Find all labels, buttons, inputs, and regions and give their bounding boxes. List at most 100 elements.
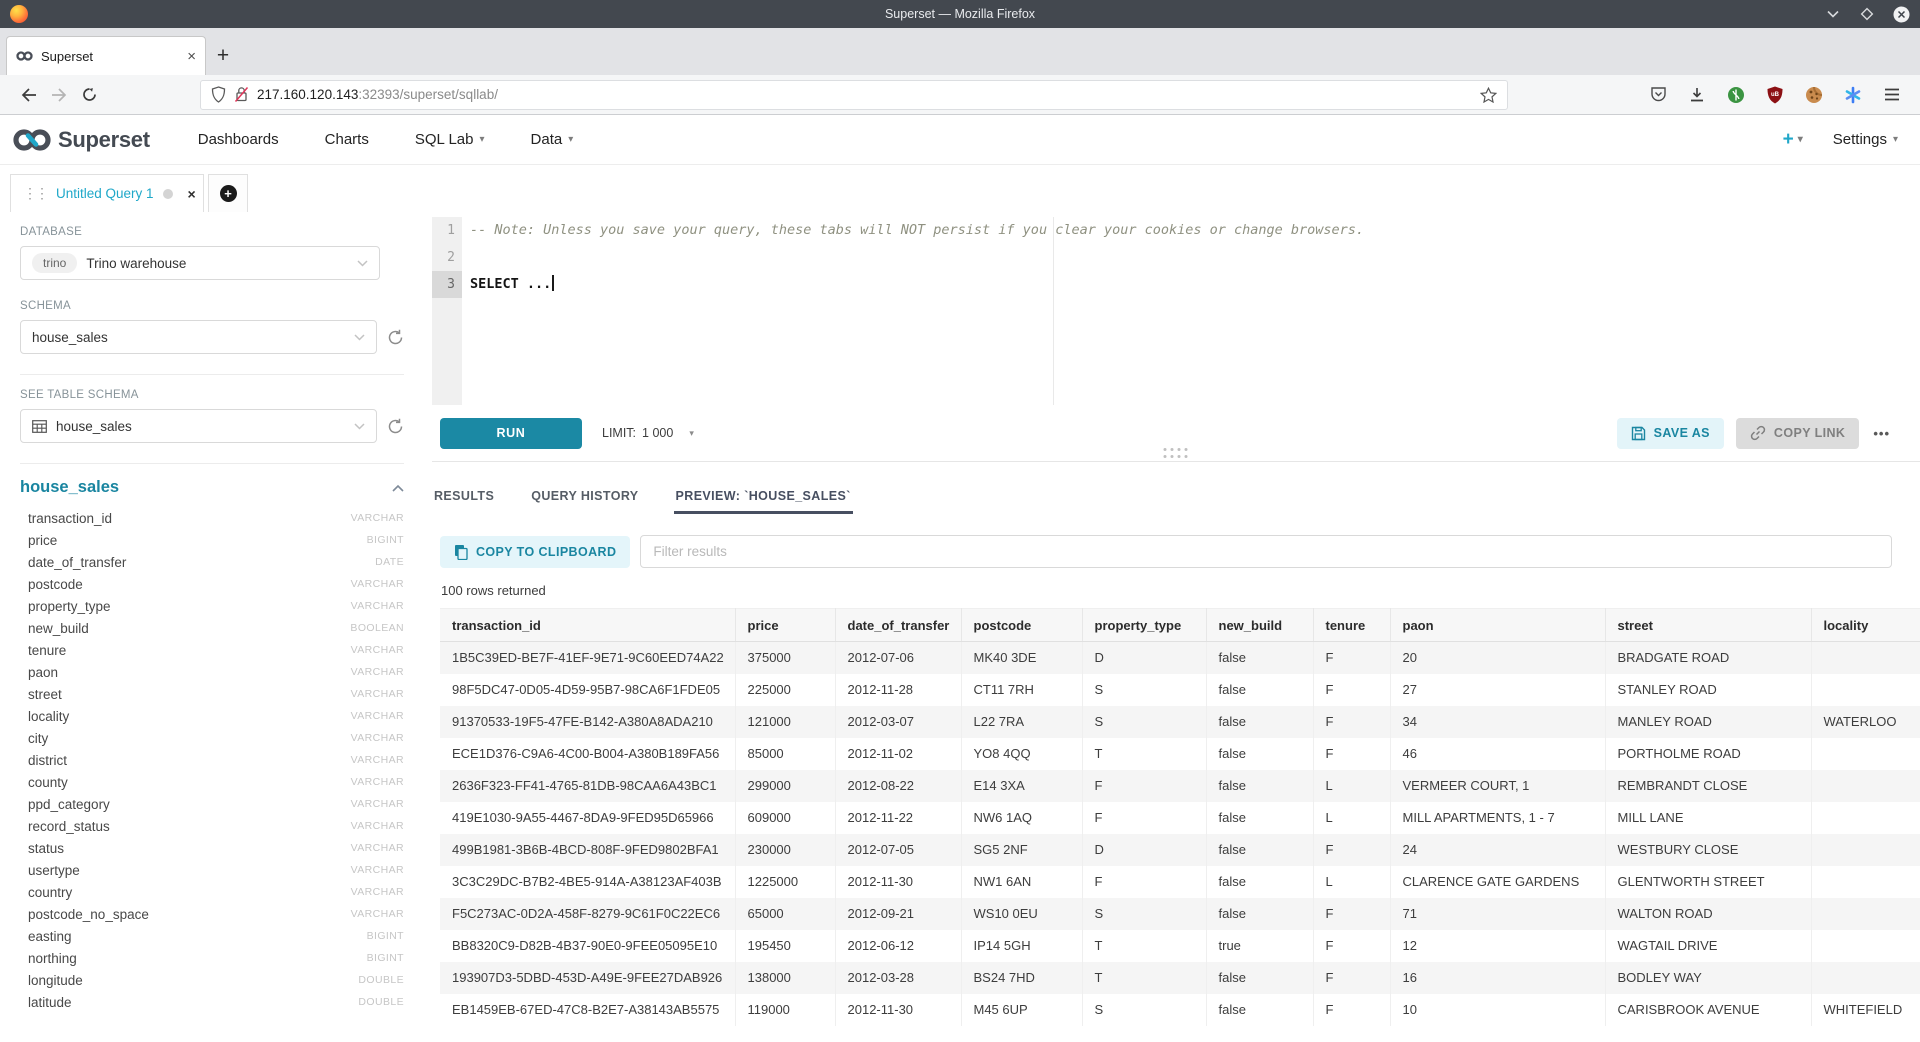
tab-close-icon[interactable]: × [187, 49, 196, 64]
table-cell: 46 [1390, 738, 1605, 770]
window-close-button[interactable] [1892, 5, 1910, 23]
schema-column-row[interactable]: price BIGINT [20, 529, 404, 551]
chevron-up-icon[interactable] [392, 484, 404, 492]
nav-charts[interactable]: Charts [325, 131, 369, 148]
schema-column-row[interactable]: longitude DOUBLE [20, 969, 404, 991]
table-cell [1811, 738, 1920, 770]
limit-dropdown[interactable]: LIMIT: 1 000 ▾ [602, 426, 694, 440]
cookie-extension-icon[interactable] [1804, 85, 1824, 105]
results-tab[interactable]: RESULTS [432, 462, 496, 514]
schema-column-row[interactable]: date_of_transfer DATE [20, 551, 404, 573]
column-header[interactable]: new_build [1206, 609, 1313, 642]
database-select[interactable]: trino Trino warehouse [20, 246, 380, 280]
schema-column-row[interactable]: latitude DOUBLE [20, 991, 404, 1013]
column-header[interactable]: property_type [1082, 609, 1206, 642]
column-name: usertype [20, 863, 80, 878]
column-header[interactable]: locality [1811, 609, 1920, 642]
copy-to-clipboard-button[interactable]: COPY TO CLIPBOARD [440, 536, 630, 568]
schema-column-row[interactable]: easting BIGINT [20, 925, 404, 947]
column-type: DOUBLE [358, 996, 404, 1008]
column-header[interactable]: date_of_transfer [835, 609, 961, 642]
column-header[interactable]: paon [1390, 609, 1605, 642]
column-header[interactable]: transaction_id [440, 609, 735, 642]
table-cell: BB8320C9-D82B-4B37-90E0-9FEE05095E10 [440, 930, 735, 962]
settings-menu[interactable]: Settings▾ [1833, 131, 1898, 148]
schema-column-row[interactable]: northing BIGINT [20, 947, 404, 969]
schema-column-row[interactable]: property_type VARCHAR [20, 595, 404, 617]
ublock-shield-icon[interactable]: uB [1765, 85, 1785, 105]
table-schema-name[interactable]: house_sales [20, 478, 119, 497]
forward-button[interactable] [44, 81, 74, 109]
nav-sql-lab[interactable]: SQL Lab▾ [415, 131, 485, 148]
table-schema-header[interactable]: house_sales [20, 478, 404, 497]
extension-blue-asterisk-icon[interactable] [1843, 85, 1863, 105]
sqllab-sidebar: DATABASE trino Trino warehouse SCHEMA ho… [0, 212, 432, 1042]
results-tab[interactable]: QUERY HISTORY [529, 462, 640, 514]
bookmark-star-icon[interactable] [1480, 87, 1497, 103]
pane-resize-handle[interactable] [1164, 448, 1189, 459]
refresh-tables-icon[interactable] [387, 418, 404, 435]
schema-column-row[interactable]: county VARCHAR [20, 771, 404, 793]
permissions-shield-icon[interactable] [211, 86, 226, 103]
schema-column-row[interactable]: usertype VARCHAR [20, 859, 404, 881]
run-button[interactable]: RUN [440, 418, 582, 449]
browser-tab-superset[interactable]: Superset × [6, 36, 206, 75]
url-text[interactable]: 217.160.120.143:32393/superset/sqllab/ [257, 87, 1472, 102]
schema-column-row[interactable]: country VARCHAR [20, 881, 404, 903]
app-nav: Dashboards Charts SQL Lab▾ Data▾ [198, 131, 573, 148]
table-select[interactable]: house_sales [20, 409, 377, 443]
column-header[interactable]: tenure [1313, 609, 1390, 642]
schema-column-row[interactable]: new_build BOOLEAN [20, 617, 404, 639]
pocket-icon[interactable] [1648, 85, 1668, 105]
schema-column-row[interactable]: street VARCHAR [20, 683, 404, 705]
column-header[interactable]: price [735, 609, 835, 642]
sql-editor[interactable]: 123 -- Note: Unless you save your query,… [432, 217, 1920, 405]
superset-logo-icon[interactable] [12, 127, 52, 153]
schema-column-row[interactable]: status VARCHAR [20, 837, 404, 859]
new-item-button[interactable]: +▾ [1783, 129, 1803, 151]
nav-dashboards[interactable]: Dashboards [198, 131, 279, 148]
schema-column-row[interactable]: district VARCHAR [20, 749, 404, 771]
app-brand[interactable]: Superset [58, 127, 150, 153]
schema-column-row[interactable]: record_status VARCHAR [20, 815, 404, 837]
nav-data[interactable]: Data▾ [531, 131, 574, 148]
filter-results-input[interactable] [640, 535, 1892, 568]
url-bar[interactable]: 217.160.120.143:32393/superset/sqllab/ [200, 80, 1508, 110]
schema-column-row[interactable]: city VARCHAR [20, 727, 404, 749]
window-minimize-button[interactable] [1824, 5, 1842, 23]
column-type: VARCHAR [351, 600, 404, 612]
save-as-button[interactable]: SAVE AS [1617, 418, 1724, 449]
refresh-schemas-icon[interactable] [387, 329, 404, 346]
schema-select[interactable]: house_sales [20, 320, 377, 354]
column-type: VARCHAR [351, 688, 404, 700]
results-tab[interactable]: PREVIEW: `HOUSE_SALES` [674, 462, 853, 514]
new-tab-button[interactable]: + [206, 36, 240, 75]
downloads-icon[interactable] [1687, 85, 1707, 105]
drag-handle-icon[interactable]: ⋮⋮ [23, 185, 47, 202]
query-tab-untitled-1[interactable]: ⋮⋮ Untitled Query 1 × [10, 174, 204, 212]
copy-link-button[interactable]: COPY LINK [1736, 418, 1859, 449]
schema-column-row[interactable]: paon VARCHAR [20, 661, 404, 683]
editor-code-area[interactable]: -- Note: Unless you save your query, the… [462, 217, 1920, 405]
schema-column-row[interactable]: tenure VARCHAR [20, 639, 404, 661]
extension-green-icon[interactable] [1726, 85, 1746, 105]
menu-hamburger-icon[interactable] [1882, 85, 1902, 105]
schema-column-row[interactable]: locality VARCHAR [20, 705, 404, 727]
window-maximize-button[interactable] [1858, 5, 1876, 23]
reload-button[interactable] [74, 81, 104, 109]
schema-column-row[interactable]: transaction_id VARCHAR [20, 507, 404, 529]
column-header[interactable]: street [1605, 609, 1811, 642]
query-tab-label[interactable]: Untitled Query 1 [56, 186, 154, 201]
more-options-button[interactable]: ••• [1873, 426, 1890, 441]
column-header[interactable]: postcode [961, 609, 1082, 642]
table-cell [1811, 770, 1920, 802]
schema-column-row[interactable]: postcode VARCHAR [20, 573, 404, 595]
add-query-tab-button[interactable]: + [208, 174, 248, 212]
header-right: +▾ Settings▾ [1783, 129, 1898, 151]
schema-column-row[interactable]: postcode_no_space VARCHAR [20, 903, 404, 925]
insecure-lock-icon[interactable] [234, 86, 249, 103]
back-button[interactable] [14, 81, 44, 109]
table-cell: 12 [1390, 930, 1605, 962]
query-tab-close-icon[interactable]: × [188, 186, 196, 202]
schema-column-row[interactable]: ppd_category VARCHAR [20, 793, 404, 815]
